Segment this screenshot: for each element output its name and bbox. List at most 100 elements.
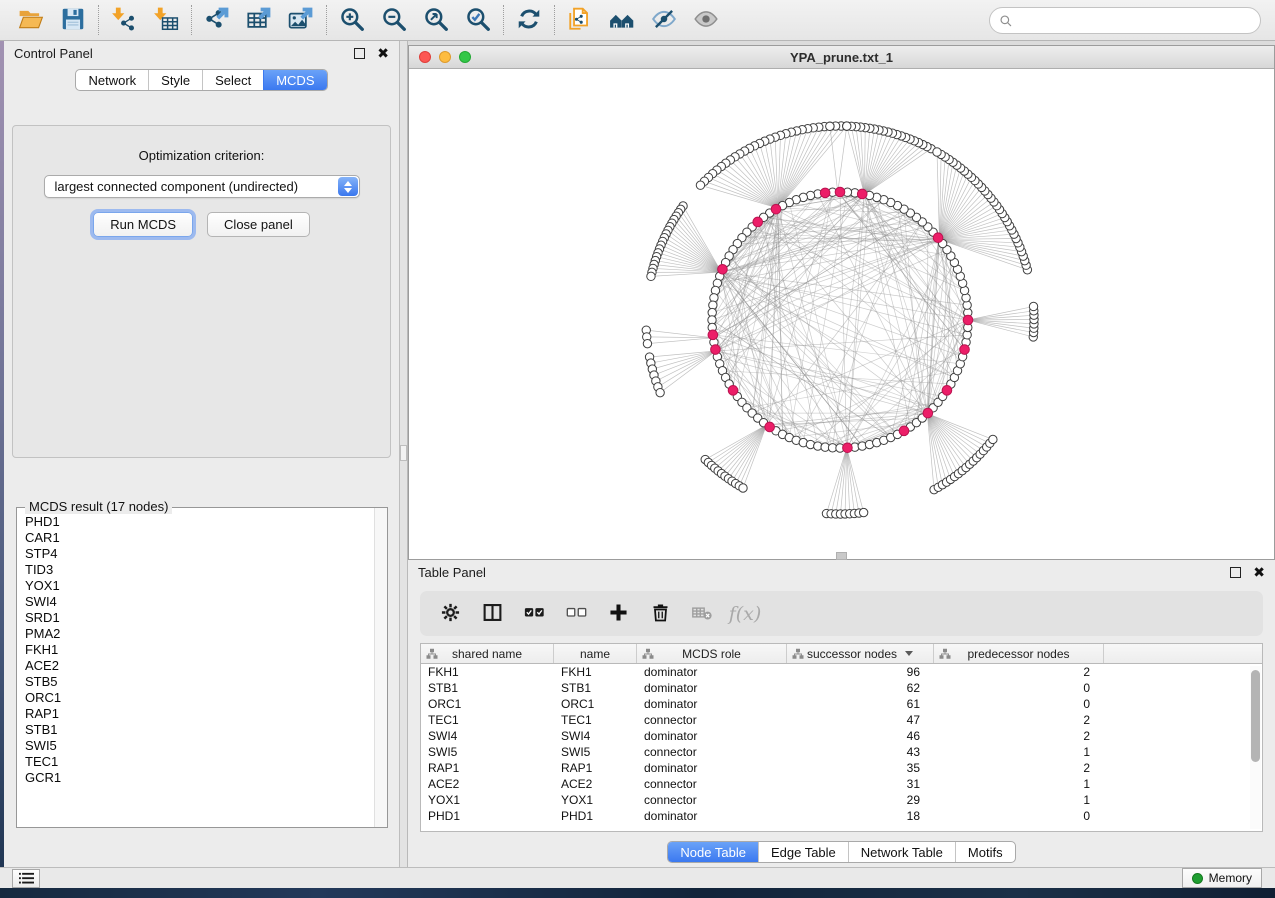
table-tab-edge-table[interactable]: Edge Table — [758, 842, 848, 862]
table-row[interactable]: PHD1PHD1dominator180 — [421, 808, 1262, 824]
add-column-button[interactable] — [605, 601, 631, 627]
mcds-result-node[interactable]: TEC1 — [25, 754, 366, 770]
float-table-panel-icon[interactable] — [1230, 567, 1241, 578]
export-table-button[interactable] — [243, 5, 275, 35]
import-table-button[interactable] — [150, 5, 182, 35]
table-tab-motifs[interactable]: Motifs — [955, 842, 1015, 862]
criterion-dropdown[interactable]: largest connected component (undirected) — [44, 175, 360, 198]
table-cell: 2 — [934, 665, 1104, 679]
vertical-splitter[interactable] — [400, 41, 408, 888]
table-row[interactable]: FKH1FKH1dominator962 — [421, 664, 1262, 680]
show-all-icon — [693, 6, 719, 35]
zoom-in-button[interactable] — [336, 5, 368, 35]
mcds-result-node[interactable]: SWI5 — [25, 738, 366, 754]
zoom-fit-button[interactable] — [420, 5, 452, 35]
tab-mcds[interactable]: MCDS — [263, 70, 326, 90]
column-header-name[interactable]: name — [554, 644, 637, 663]
float-panel-icon[interactable] — [354, 48, 365, 59]
table-row[interactable]: SWI4SWI4dominator462 — [421, 728, 1262, 744]
memory-label: Memory — [1209, 871, 1252, 885]
export-image-button[interactable] — [285, 5, 317, 35]
table-cell: dominator — [637, 697, 787, 711]
mcds-result-node[interactable]: STP4 — [25, 546, 366, 562]
control-panel: Control Panel ✖ NetworkStyleSelectMCDS O… — [4, 41, 400, 888]
zoom-out-button[interactable] — [378, 5, 410, 35]
import-network-button[interactable] — [108, 5, 140, 35]
mcds-result-scrollbar[interactable] — [374, 508, 387, 827]
mcds-result-node[interactable]: STB5 — [25, 674, 366, 690]
table-cell: RAP1 — [421, 761, 554, 775]
mcds-result-node[interactable]: ORC1 — [25, 690, 366, 706]
column-header-predecessor-nodes[interactable]: predecessor nodes — [934, 644, 1104, 663]
mcds-result-node[interactable]: ACE2 — [25, 658, 366, 674]
refresh-view-button[interactable] — [513, 5, 545, 35]
network-window-title: YPA_prune.txt_1 — [409, 50, 1274, 65]
open-session-icon — [18, 6, 44, 35]
table-cell: PHD1 — [554, 809, 637, 823]
table-scrollbar[interactable] — [1250, 666, 1261, 829]
table-cell: YOX1 — [554, 793, 637, 807]
tab-style[interactable]: Style — [148, 70, 202, 90]
task-history-button[interactable] — [12, 869, 40, 888]
show-all-button[interactable] — [690, 5, 722, 35]
export-network-button[interactable] — [201, 5, 233, 35]
column-header-successor-nodes[interactable]: successor nodes — [787, 644, 934, 663]
tab-select[interactable]: Select — [202, 70, 263, 90]
table-row[interactable]: ORC1ORC1dominator610 — [421, 696, 1262, 712]
deselect-all-checkboxes-button[interactable] — [563, 601, 589, 627]
mcds-result-node[interactable]: CAR1 — [25, 530, 366, 546]
splitter-handle[interactable] — [400, 445, 407, 461]
search-input[interactable] — [1019, 13, 1251, 28]
network-canvas[interactable] — [409, 69, 1274, 559]
table-cell: SWI4 — [554, 729, 637, 743]
table-row[interactable]: ACE2ACE2connector311 — [421, 776, 1262, 792]
mcds-result-node[interactable]: TID3 — [25, 562, 366, 578]
network-graph[interactable] — [409, 69, 1274, 559]
mcds-result-node[interactable]: SWI4 — [25, 594, 366, 610]
toolbar-group — [99, 5, 191, 35]
mcds-result-node[interactable]: FKH1 — [25, 642, 366, 658]
search-box — [989, 7, 1261, 34]
table-scrollbar-thumb[interactable] — [1251, 670, 1260, 762]
close-panel-button[interactable]: Close panel — [207, 212, 310, 237]
mcds-result-node[interactable]: RAP1 — [25, 706, 366, 722]
table-panel: Table Panel ✖ f(x) shared namenameMCDS r… — [408, 560, 1275, 867]
memory-button[interactable]: Memory — [1182, 868, 1262, 888]
column-header-shared-name[interactable]: shared name — [421, 644, 554, 663]
table-panel-title: Table Panel — [418, 565, 486, 580]
table-tab-network-table[interactable]: Network Table — [848, 842, 955, 862]
mcds-result-node[interactable]: SRD1 — [25, 610, 366, 626]
save-session-button[interactable] — [57, 5, 89, 35]
table-row[interactable]: RAP1RAP1dominator352 — [421, 760, 1262, 776]
mcds-result-node[interactable]: PMA2 — [25, 626, 366, 642]
tab-network[interactable]: Network — [76, 70, 148, 90]
table-row[interactable]: TEC1TEC1connector472 — [421, 712, 1262, 728]
network-window-titlebar[interactable]: YPA_prune.txt_1 — [409, 46, 1274, 69]
table-row[interactable]: STB1STB1dominator620 — [421, 680, 1262, 696]
zoom-selected-button[interactable] — [462, 5, 494, 35]
delete-column-button[interactable] — [647, 601, 673, 627]
open-session-button[interactable] — [15, 5, 47, 35]
mcds-result-node[interactable]: PHD1 — [25, 514, 366, 530]
table-settings-button[interactable] — [437, 601, 463, 627]
column-header-MCDS-role[interactable]: MCDS role — [637, 644, 787, 663]
table-cell: STB1 — [554, 681, 637, 695]
mcds-result-node[interactable]: STB1 — [25, 722, 366, 738]
run-mcds-button[interactable]: Run MCDS — [93, 212, 193, 237]
table-tab-node-table[interactable]: Node Table — [668, 842, 758, 862]
horizontal-splitter-handle[interactable] — [836, 552, 847, 560]
close-table-panel-icon[interactable]: ✖ — [1253, 567, 1265, 578]
table-row[interactable]: YOX1YOX1connector291 — [421, 792, 1262, 808]
mcds-result-node[interactable]: YOX1 — [25, 578, 366, 594]
hide-selected-button[interactable] — [648, 5, 680, 35]
close-panel-icon[interactable]: ✖ — [377, 48, 389, 59]
select-all-checkboxes-button[interactable] — [521, 601, 547, 627]
network-file-button[interactable] — [564, 5, 596, 35]
table-row[interactable]: SWI5SWI5connector431 — [421, 744, 1262, 760]
mcds-result-node[interactable]: GCR1 — [25, 770, 366, 786]
show-columns-button[interactable] — [479, 601, 505, 627]
refresh-view-icon — [516, 6, 542, 35]
table-cell: FKH1 — [554, 665, 637, 679]
neighborhood-button[interactable] — [606, 5, 638, 35]
column-header-label: name — [580, 647, 610, 661]
